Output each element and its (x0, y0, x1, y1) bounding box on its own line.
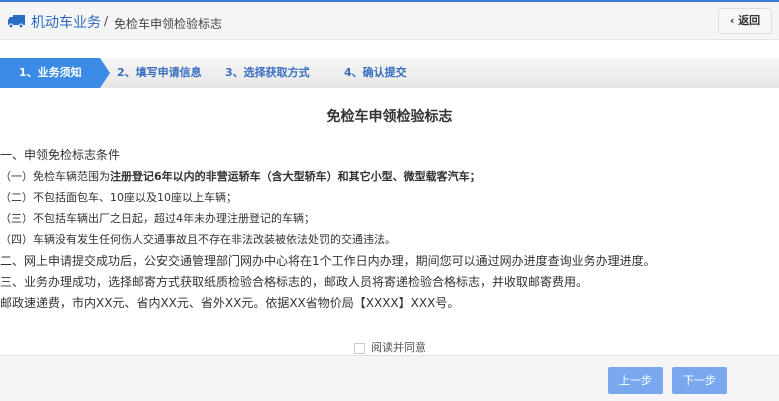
condition-2: （二）不包括面包车、10座以及10座以上车辆； (0, 191, 237, 204)
header-bar: 机动车业务 / 免检车申领检验标志 ‹ 返回 (0, 2, 779, 40)
section-3: 三、业务办理成功，选择邮寄方式获取纸质检验合格标志的，邮政人员将寄递检验合格标志… (0, 275, 589, 289)
condition-1-prefix: （一）免检车辆范围为 (0, 170, 110, 183)
postal-fee: 邮政速递费，市内XX元、省内XX元、省外XX元。依据XX省物价局【XXXX】XX… (0, 296, 460, 310)
chevron-left-icon: ‹ (729, 14, 739, 27)
step-4: 4、确认提交 (344, 66, 407, 79)
breadcrumb-current: 免检车申领检验标志 (114, 17, 223, 31)
truck-icon (8, 15, 25, 28)
agree-label: 阅读并同意 (371, 341, 426, 354)
condition-3: （三）不包括车辆出厂之日起，超过4年未办理注册登记的车辆； (0, 212, 315, 225)
back-button[interactable]: ‹ 返回 (718, 8, 772, 34)
agree-checkbox[interactable]: 阅读并同意 (354, 339, 426, 355)
condition-1-bold: 注册登记6年以内的非营运轿车（含大型轿车）和其它小型、微型载客汽车； (110, 170, 481, 183)
step-1: 1、业务须知 (0, 58, 110, 88)
breadcrumb-motor-vehicle[interactable]: 机动车业务 (31, 12, 101, 32)
step-2: 2、填写申请信息 (117, 66, 202, 79)
next-step-button[interactable]: 下一步 (672, 367, 727, 394)
footer-bar: 上一步 下一步 (0, 355, 779, 401)
back-label: 返回 (738, 14, 761, 27)
condition-1: （一）免检车辆范围为注册登记6年以内的非营运轿车（含大型轿车）和其它小型、微型载… (0, 168, 481, 184)
step-3: 3、选择获取方式 (225, 66, 310, 79)
prev-step-button[interactable]: 上一步 (608, 367, 663, 394)
breadcrumb-separator: / (104, 14, 109, 28)
section-2: 二、网上申请提交成功后，公安交通管理部门网办中心将在1个工作日内办理，期间您可以… (0, 254, 656, 268)
step-progress: 1、业务须知 2、填写申请信息 3、选择获取方式 4、确认提交 (0, 58, 779, 88)
condition-4: （四）车辆没有发生任何伤人交通事故且不存在非法改装被依法处罚的交通违法。 (0, 233, 396, 246)
page-title: 免检车申领检验标志 (326, 109, 453, 125)
section-1-heading: 一、申领免检标志条件 (0, 148, 121, 162)
checkbox-icon[interactable] (354, 342, 365, 354)
